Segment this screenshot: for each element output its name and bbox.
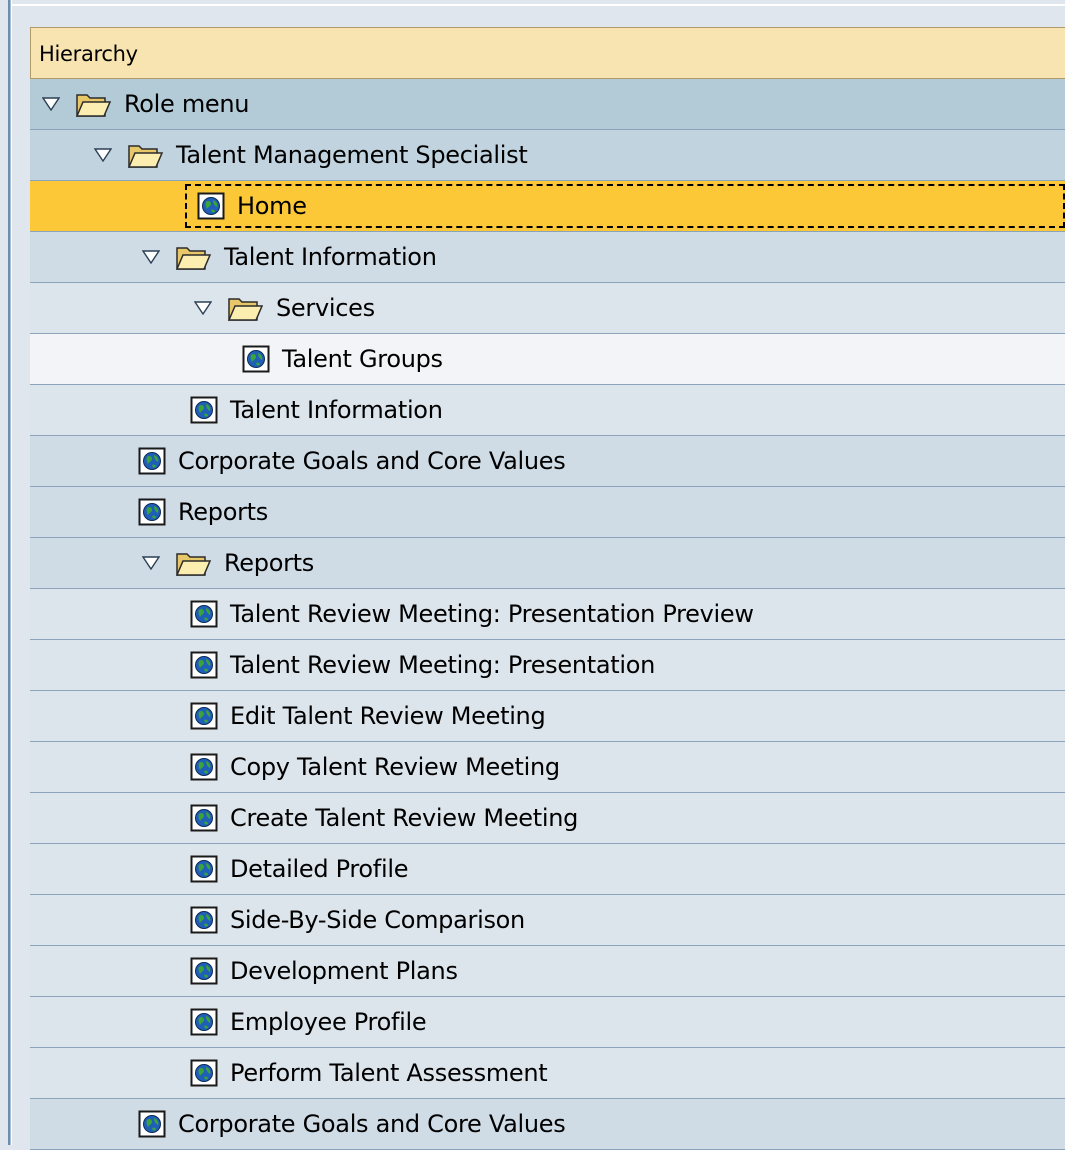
frame-left-border	[8, 0, 12, 1145]
tree-folder-row[interactable]: Talent Information	[30, 232, 1065, 283]
hierarchy-window: Hierarchy Role menu Talent Management Spe…	[0, 0, 1065, 1150]
transaction-globe-icon	[197, 192, 225, 220]
tree-item-label: Create Talent Review Meeting	[230, 804, 579, 832]
tree-item-row[interactable]: Home	[30, 181, 1065, 232]
tree-item-row[interactable]: Employee Profile	[30, 997, 1065, 1048]
transaction-globe-icon	[190, 600, 218, 628]
tree-item-row[interactable]: Talent Review Meeting: Presentation Prev…	[30, 589, 1065, 640]
tree-item-label: Development Plans	[230, 957, 458, 985]
transaction-globe-icon	[190, 1008, 218, 1036]
transaction-globe-icon	[190, 753, 218, 781]
hierarchy-tree: Hierarchy Role menu Talent Management Spe…	[30, 27, 1065, 1150]
tree-item-label: Reports	[224, 549, 314, 577]
tree-item-label: Edit Talent Review Meeting	[230, 702, 546, 730]
transaction-globe-icon	[190, 804, 218, 832]
tree-row-content: Talent Information	[138, 232, 437, 282]
tree-row-content: Role menu	[38, 79, 250, 129]
tree-item-label: Corporate Goals and Core Values	[178, 1110, 566, 1138]
tree-row-content: Services	[190, 283, 375, 333]
tree-item-row[interactable]: Detailed Profile	[30, 844, 1065, 895]
tree-item-label: Talent Information	[224, 243, 437, 271]
triangle-down-icon[interactable]	[138, 244, 164, 270]
tree-folder-row[interactable]: Role menu	[30, 79, 1065, 130]
tree-item-label: Talent Review Meeting: Presentation Prev…	[230, 600, 754, 628]
triangle-down-icon[interactable]	[138, 550, 164, 576]
tree-item-label: Talent Information	[230, 396, 443, 424]
tree-item-row[interactable]: Copy Talent Review Meeting	[30, 742, 1065, 793]
transaction-globe-icon	[190, 396, 218, 424]
tree-item-label: Perform Talent Assessment	[230, 1059, 548, 1087]
tree-item-row[interactable]: Edit Talent Review Meeting	[30, 691, 1065, 742]
transaction-globe-icon	[190, 855, 218, 883]
tree-rows: Role menu Talent Management Specialist Hom…	[30, 79, 1065, 1150]
tree-row-content: Corporate Goals and Core Values	[138, 1099, 566, 1149]
triangle-down-icon[interactable]	[190, 295, 216, 321]
tree-row-content: Reports	[138, 538, 314, 588]
tree-row-content: Employee Profile	[190, 997, 427, 1047]
frame-top-border	[12, 0, 1065, 6]
transaction-globe-icon	[138, 498, 166, 526]
tree-item-label: Role menu	[124, 90, 250, 118]
tree-item-label: Home	[237, 192, 307, 220]
tree-item-label: Reports	[178, 498, 268, 526]
triangle-down-icon[interactable]	[90, 142, 116, 168]
tree-item-label: Talent Review Meeting: Presentation	[230, 651, 656, 679]
tree-row-content: Talent Review Meeting: Presentation Prev…	[190, 589, 754, 639]
folder-open-icon	[174, 242, 212, 272]
tree-row-content: Development Plans	[190, 946, 458, 996]
tree-item-row[interactable]: Create Talent Review Meeting	[30, 793, 1065, 844]
tree-row-content: Corporate Goals and Core Values	[138, 436, 566, 486]
tree-row-content: Home	[185, 184, 1065, 228]
tree-header-label: Hierarchy	[39, 42, 138, 66]
tree-folder-row[interactable]: Reports	[30, 538, 1065, 589]
tree-folder-row[interactable]: Talent Management Specialist	[30, 130, 1065, 181]
tree-item-row[interactable]: Corporate Goals and Core Values	[30, 1099, 1065, 1150]
transaction-globe-icon	[190, 1059, 218, 1087]
transaction-globe-icon	[242, 345, 270, 373]
transaction-globe-icon	[138, 1110, 166, 1138]
tree-item-row[interactable]: Side-By-Side Comparison	[30, 895, 1065, 946]
tree-item-label: Detailed Profile	[230, 855, 409, 883]
tree-row-content: Reports	[138, 487, 268, 537]
tree-row-content: Create Talent Review Meeting	[190, 793, 578, 843]
tree-item-row[interactable]: Perform Talent Assessment	[30, 1048, 1065, 1099]
tree-item-label: Side-By-Side Comparison	[230, 906, 525, 934]
tree-item-row[interactable]: Talent Review Meeting: Presentation	[30, 640, 1065, 691]
tree-row-content: Copy Talent Review Meeting	[190, 742, 560, 792]
tree-row-content: Perform Talent Assessment	[190, 1048, 548, 1098]
tree-folder-row[interactable]: Services	[30, 283, 1065, 334]
tree-item-row[interactable]: Talent Information	[30, 385, 1065, 436]
transaction-globe-icon	[190, 957, 218, 985]
tree-row-content: Detailed Profile	[190, 844, 408, 894]
triangle-down-icon[interactable]	[38, 91, 64, 117]
tree-item-row[interactable]: Development Plans	[30, 946, 1065, 997]
folder-open-icon	[226, 293, 264, 323]
tree-item-label: Talent Management Specialist	[176, 141, 528, 169]
folder-open-icon	[174, 548, 212, 578]
transaction-globe-icon	[190, 906, 218, 934]
tree-header[interactable]: Hierarchy	[30, 27, 1065, 79]
folder-open-icon	[74, 89, 112, 119]
tree-row-content: Edit Talent Review Meeting	[190, 691, 546, 741]
folder-open-icon	[126, 140, 164, 170]
tree-row-content: Talent Review Meeting: Presentation	[190, 640, 655, 690]
tree-item-row[interactable]: Reports	[30, 487, 1065, 538]
tree-row-content: Talent Information	[190, 385, 443, 435]
tree-item-row[interactable]: Talent Groups	[30, 334, 1065, 385]
transaction-globe-icon	[138, 447, 166, 475]
tree-item-label: Employee Profile	[230, 1008, 427, 1036]
tree-item-label: Corporate Goals and Core Values	[178, 447, 566, 475]
tree-item-row[interactable]: Corporate Goals and Core Values	[30, 436, 1065, 487]
tree-item-label: Talent Groups	[282, 345, 443, 373]
transaction-globe-icon	[190, 702, 218, 730]
tree-row-content: Side-By-Side Comparison	[190, 895, 525, 945]
transaction-globe-icon	[190, 651, 218, 679]
tree-row-content: Talent Management Specialist	[90, 130, 528, 180]
tree-item-label: Copy Talent Review Meeting	[230, 753, 560, 781]
tree-item-label: Services	[276, 294, 375, 322]
tree-row-content: Talent Groups	[242, 334, 443, 384]
